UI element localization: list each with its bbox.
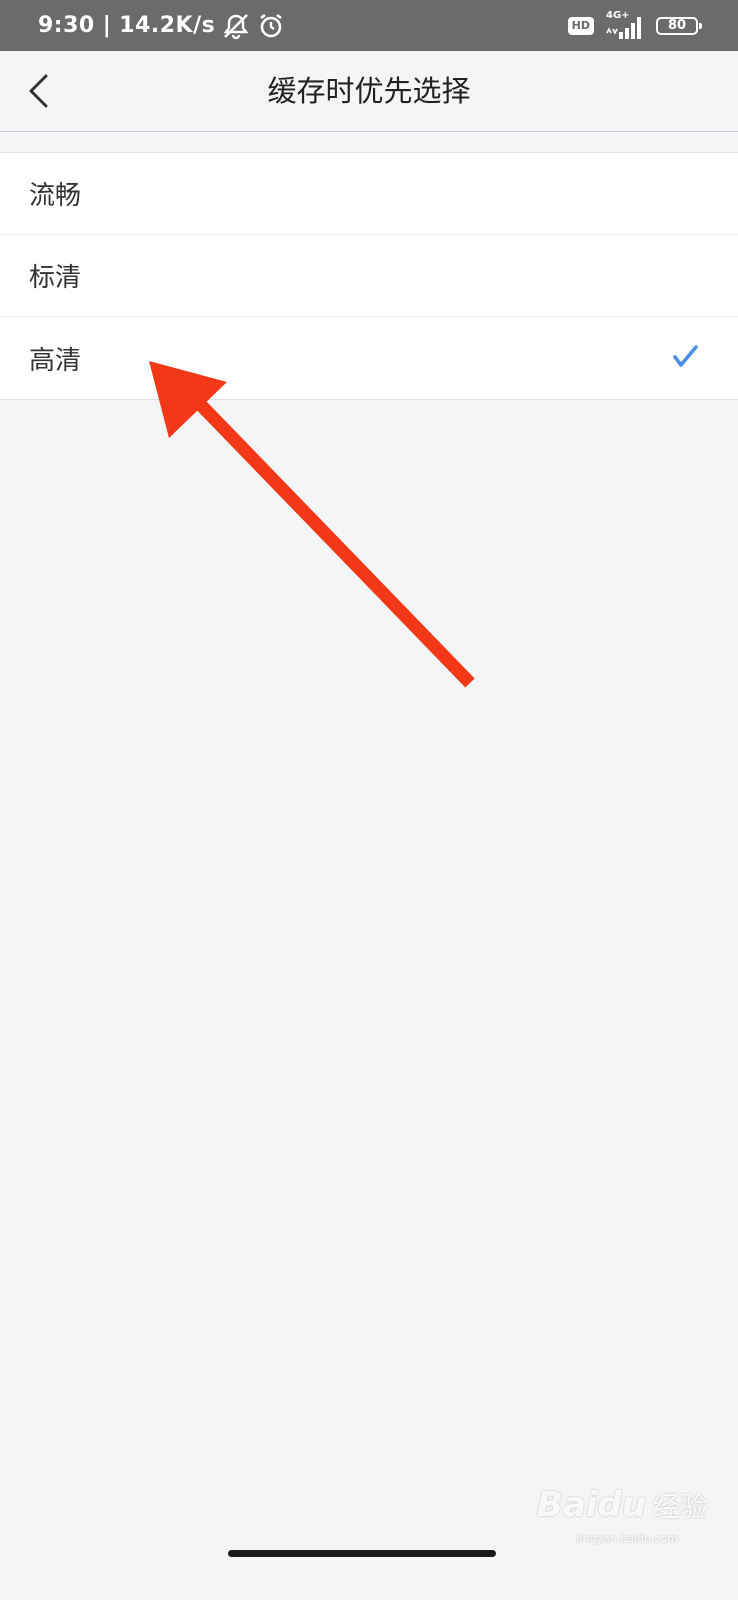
alarm-icon — [257, 12, 285, 40]
watermark: Baidu 经验 — [537, 1485, 708, 1525]
mute-icon — [221, 12, 251, 40]
battery-level: 80 — [667, 18, 687, 33]
option-label: 流畅 — [29, 181, 82, 211]
option-label: 标清 — [29, 263, 82, 293]
hd-badge: HD — [567, 16, 594, 35]
watermark-url: jingyan.baidu.com — [576, 1532, 678, 1545]
nav-bar: 缓存时优先选择 — [0, 51, 738, 132]
option-high[interactable]: 高清 — [0, 317, 738, 399]
watermark-brand: Baidu — [536, 1485, 646, 1525]
back-button[interactable] — [18, 71, 58, 111]
status-right: HD 4G+ 80 — [567, 0, 702, 51]
status-bar: 9:30 | 14.2K/s HD 4G+ 80 — [0, 0, 738, 51]
status-time: 9:30 — [38, 13, 95, 38]
option-label: 高清 — [29, 345, 82, 376]
screen: 9:30 | 14.2K/s HD 4G+ 80 缓存时优先选择 流畅 标清 高… — [0, 0, 738, 1600]
option-fluent[interactable]: 流畅 — [0, 153, 738, 235]
check-icon — [673, 345, 698, 367]
status-separator: | — [102, 13, 112, 38]
status-left: 9:30 | 14.2K/s — [38, 0, 285, 51]
home-indicator[interactable] — [228, 1550, 496, 1557]
signal-icon: 4G+ — [604, 10, 646, 41]
network-speed: 14.2K/s — [119, 13, 216, 38]
chevron-left-icon — [29, 74, 48, 108]
page-title: 缓存时优先选择 — [267, 74, 471, 108]
quality-options-list: 流畅 标清 高清 — [0, 152, 738, 400]
battery-icon: 80 — [656, 16, 702, 35]
watermark-sub: 经验 — [651, 1490, 708, 1523]
option-standard[interactable]: 标清 — [0, 235, 738, 317]
